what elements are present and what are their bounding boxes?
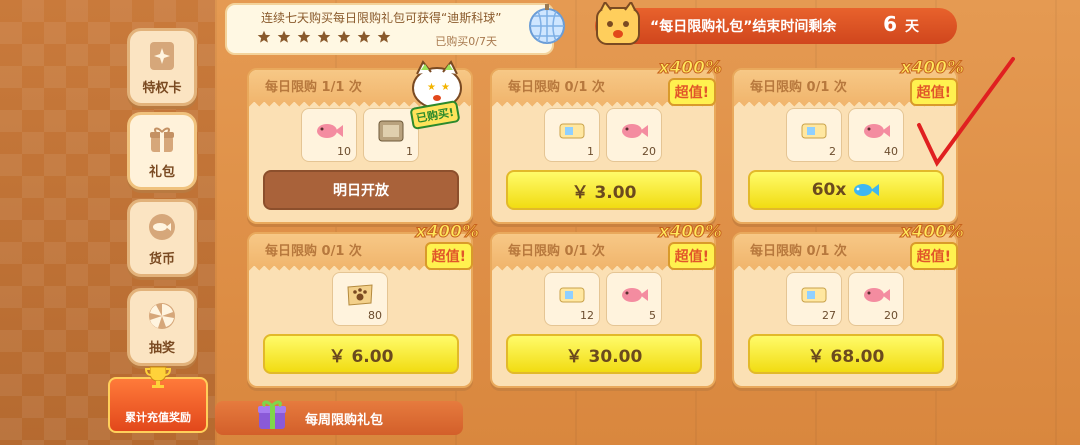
sidebar-tab-label: 特权卡 xyxy=(142,80,182,96)
star-icon xyxy=(377,30,391,43)
badge-text: 超值! xyxy=(667,78,716,106)
trophy-icon xyxy=(144,366,172,388)
star-icon xyxy=(357,30,371,43)
value-badge: x400% 超值! xyxy=(656,222,723,278)
star-icon xyxy=(277,30,291,43)
blue-fish-icon xyxy=(854,184,880,196)
reward-item[interactable]: 80 xyxy=(332,272,388,326)
streak-progress: 已购买0/7天 xyxy=(435,35,497,48)
value-badge: x400% 超值! xyxy=(898,222,965,278)
star-icon xyxy=(257,30,271,43)
reward-item[interactable]: 1 xyxy=(544,108,600,162)
item-quantity: 80 xyxy=(368,309,382,322)
reward-item[interactable]: 40 xyxy=(848,108,904,162)
reward-item[interactable]: 5 xyxy=(606,272,662,326)
sidebar-tab-privilege-card[interactable]: 特权卡 xyxy=(127,28,197,106)
buy-button[interactable]: ￥ 30.00 xyxy=(506,334,702,374)
streak-stars xyxy=(257,30,391,44)
ticket-icon xyxy=(801,123,827,139)
item-quantity: 10 xyxy=(337,145,351,158)
item-quantity: 5 xyxy=(649,309,656,322)
sidebar-tab-gift[interactable]: 礼包 xyxy=(127,112,197,190)
item-quantity: 1 xyxy=(406,145,413,158)
badge-text: 超值! xyxy=(909,242,958,270)
cat-face-icon xyxy=(596,2,640,45)
streak-banner: 连续七天购买每日限购礼包可获得“迪斯科球” 已购买0/7天 xyxy=(225,3,554,55)
sidebar-tab-label: 礼包 xyxy=(148,164,175,180)
reward-item[interactable]: 20 xyxy=(606,108,662,162)
svg-text:★: ★ xyxy=(441,82,450,93)
ticket-icon xyxy=(559,287,585,303)
reward-item[interactable]: 12 xyxy=(544,272,600,326)
star-icon xyxy=(317,30,331,43)
catbox-icon xyxy=(378,120,404,142)
sidebar-tab-label: 抽奖 xyxy=(148,340,175,356)
value-badge: x400% 超值! xyxy=(656,58,723,114)
purchase-limit: 每日限购 0/1 次 xyxy=(750,244,847,259)
fish-icon xyxy=(622,288,648,302)
weekly-pack-tab[interactable]: 每周限购礼包 xyxy=(215,400,463,435)
sidebar-tab-currency[interactable]: 货币 xyxy=(127,199,197,277)
checkmark-annotation xyxy=(917,57,1015,167)
ticket-icon xyxy=(559,123,585,139)
gift-box-icon xyxy=(258,400,286,429)
lottery-icon xyxy=(145,299,179,333)
countdown-text: “每日限购礼包”结束时间剩余 xyxy=(650,19,837,35)
badge-percent: x400% xyxy=(658,222,722,243)
item-quantity: 20 xyxy=(884,309,898,322)
purchase-limit: 每日限购 0/1 次 xyxy=(265,244,362,259)
reward-item[interactable]: 2 xyxy=(786,108,842,162)
value-badge: x400% 超值! xyxy=(413,222,480,278)
countdown-days: 6 xyxy=(883,12,897,36)
badge-percent: x400% xyxy=(658,58,722,79)
weekly-pack-label: 每周限购礼包 xyxy=(305,413,384,428)
ticket-icon xyxy=(801,287,827,303)
item-quantity: 2 xyxy=(829,145,836,158)
reward-button-label: 累计充值奖励 xyxy=(125,411,191,424)
item-quantity: 12 xyxy=(580,309,594,322)
disco-ball-icon xyxy=(529,4,565,44)
price-amount: 60x xyxy=(811,180,847,200)
buy-button[interactable]: ￥ 68.00 xyxy=(748,334,944,374)
badge-percent: x400% xyxy=(900,222,964,243)
fish-icon xyxy=(317,124,343,138)
sidebar-tab-lottery[interactable]: 抽奖 xyxy=(127,288,197,366)
reward-item[interactable]: 20 xyxy=(848,272,904,326)
streak-text: 连续七天购买每日限购礼包可获得“迪斯科球” xyxy=(261,11,502,25)
purchase-limit: 每日限购 1/1 次 xyxy=(265,80,362,95)
badge-text: 超值! xyxy=(667,242,716,270)
buy-button[interactable]: ￥ 6.00 xyxy=(263,334,459,374)
open-tomorrow-button: 明日开放 xyxy=(263,170,459,210)
star-icon xyxy=(337,30,351,43)
paw-ticket-icon xyxy=(347,284,373,306)
item-quantity: 1 xyxy=(587,145,594,158)
badge-text: 超值! xyxy=(424,242,473,270)
reward-item[interactable]: 27 xyxy=(786,272,842,326)
privilege-card-icon xyxy=(145,39,179,73)
purchase-limit: 每日限购 0/1 次 xyxy=(508,244,605,259)
gift-icon xyxy=(145,123,179,157)
item-quantity: 27 xyxy=(822,309,836,322)
fish-icon xyxy=(622,124,648,138)
cumulative-recharge-reward-button[interactable]: 累计充值奖励 xyxy=(108,366,208,433)
svg-text:★: ★ xyxy=(427,82,436,93)
fish-icon xyxy=(864,124,890,138)
reward-item[interactable]: 10 xyxy=(301,108,357,162)
item-quantity: 20 xyxy=(642,145,656,158)
buy-button[interactable]: ￥ 3.00 xyxy=(506,170,702,210)
bought-sticker: ★ ★ 已购买! xyxy=(405,60,469,131)
fish-coin-icon xyxy=(145,210,179,244)
badge-percent: x400% xyxy=(415,222,479,243)
buy-with-fish-button[interactable]: 60x xyxy=(748,170,944,210)
star-icon xyxy=(297,30,311,43)
item-quantity: 40 xyxy=(884,145,898,158)
purchase-limit: 每日限购 0/1 次 xyxy=(750,80,847,95)
countdown-banner: “每日限购礼包”结束时间剩余 6 天 xyxy=(595,2,957,45)
fish-icon xyxy=(864,288,890,302)
sidebar-tab-label: 货币 xyxy=(148,251,175,267)
countdown-unit: 天 xyxy=(905,19,919,35)
purchase-limit: 每日限购 0/1 次 xyxy=(508,80,605,95)
